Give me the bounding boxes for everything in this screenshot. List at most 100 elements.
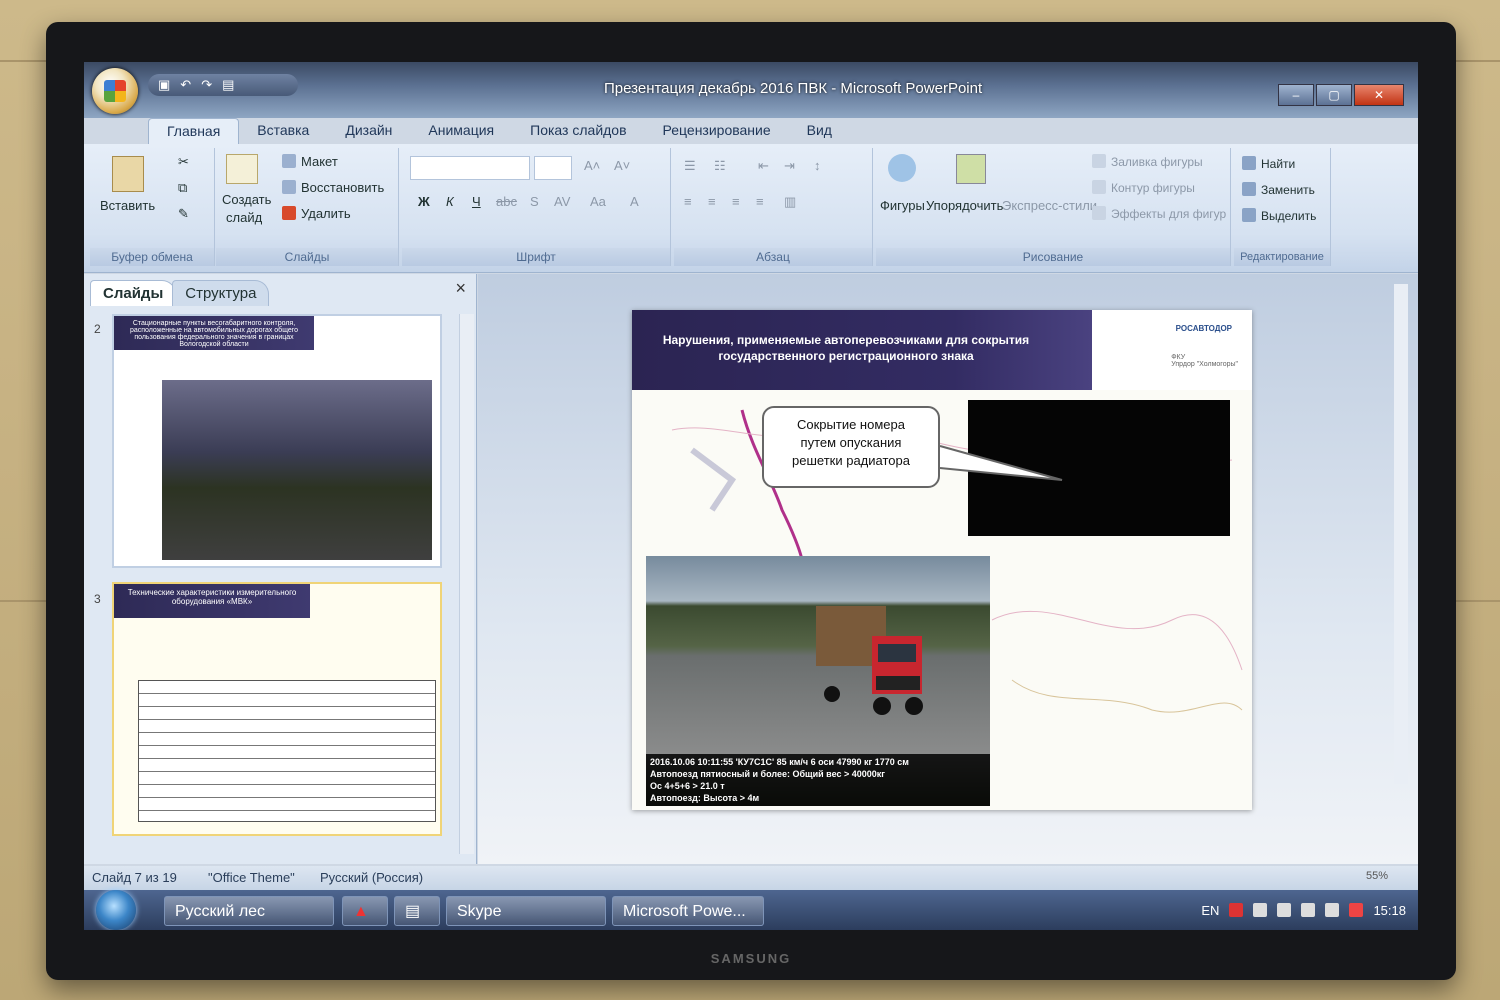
italic-button[interactable]: К xyxy=(446,194,454,209)
shapes-button[interactable]: Фигуры xyxy=(880,198,925,213)
tab-design[interactable]: Дизайн xyxy=(327,118,410,144)
volume-icon[interactable] xyxy=(1325,903,1340,917)
pdf-tray-icon[interactable] xyxy=(1229,903,1244,917)
caption-line: Автопоезд пятиосный и более: Общий вес >… xyxy=(650,769,886,779)
find-button[interactable]: Найти xyxy=(1242,156,1295,171)
taskbar-item-pdf[interactable]: ▲ xyxy=(342,896,388,926)
tab-insert[interactable]: Вставка xyxy=(239,118,327,144)
taskbar-item-folder[interactable]: Русский лес xyxy=(164,896,334,926)
tray-icon[interactable] xyxy=(1253,903,1268,917)
copy-icon[interactable]: ⧉ xyxy=(178,180,187,196)
tab-outline[interactable]: Структура xyxy=(172,280,270,306)
numbering-icon[interactable]: ☷ xyxy=(714,158,726,174)
ribbon: Вставить ✂ ⧉ ✎ Буфер обмена Создать слай… xyxy=(84,144,1418,273)
bullets-icon[interactable]: ☰ xyxy=(684,158,696,174)
thumbnail-number: 2 xyxy=(94,322,101,336)
grow-font-icon[interactable]: A˄ xyxy=(584,158,600,173)
language-indicator[interactable]: EN xyxy=(1201,903,1219,918)
editor-scrollbar[interactable] xyxy=(1394,284,1408,784)
tv-brand: SAMSUNG xyxy=(710,951,792,966)
arrange-button[interactable]: Упорядочить xyxy=(926,198,1003,213)
line-spacing-icon[interactable]: ↕ xyxy=(814,158,821,173)
thumbnail-title: Технические характеристики измерительног… xyxy=(114,584,310,618)
redo-icon[interactable]: ↷ xyxy=(201,77,212,93)
panel-close-icon[interactable]: × xyxy=(455,278,466,299)
slides-panel: Слайды Структура × 2 Стационарные пункты… xyxy=(84,274,477,864)
font-color-button[interactable]: A xyxy=(630,194,639,209)
tab-view[interactable]: Вид xyxy=(789,118,850,144)
taskbar: Русский лес ▲ ▤ Skype Microsoft Powe... … xyxy=(84,890,1418,930)
clipboard-label: Буфер обмена xyxy=(90,248,214,266)
tab-slideshow[interactable]: Показ слайдов xyxy=(512,118,644,144)
taskbar-item-skype[interactable]: Skype xyxy=(446,896,606,926)
new-slide-button-line2[interactable]: слайд xyxy=(226,210,262,225)
taskbar-item-doc[interactable]: ▤ xyxy=(394,896,440,926)
zoom-level[interactable]: 55% xyxy=(1366,870,1388,882)
reset-button[interactable]: Восстановить xyxy=(282,180,384,195)
shape-effects-button[interactable]: Эффекты для фигур xyxy=(1092,206,1226,221)
columns-icon[interactable]: ▥ xyxy=(784,194,796,210)
layout-button[interactable]: Макет xyxy=(282,154,338,169)
strikethrough-button[interactable]: abc xyxy=(496,194,517,209)
start-button[interactable] xyxy=(96,890,136,930)
font-size-input[interactable] xyxy=(534,156,572,180)
slide-thumbnail[interactable]: Стационарные пункты весогабаритного конт… xyxy=(112,314,442,568)
photo-caption: 2016.10.06 10:11:55 'КУ7С1С' 85 км/ч 6 о… xyxy=(646,754,990,806)
slide-title: Нарушения, применяемые автоперевозчиками… xyxy=(662,333,1030,363)
close-button[interactable]: ✕ xyxy=(1354,84,1404,106)
slide-thumbnail-selected[interactable]: Технические характеристики измерительног… xyxy=(112,582,442,836)
shadow-button[interactable]: S xyxy=(530,194,539,209)
window-controls: – ▢ ✕ xyxy=(1278,84,1404,106)
tv-bezel: SAMSUNG ▣ ↶ ↷ ▤ Презентация декабрь 2016… xyxy=(46,22,1456,980)
language-indicator[interactable]: Русский (Россия) xyxy=(320,870,423,885)
align-right-icon[interactable]: ≡ xyxy=(732,194,740,209)
align-left-icon[interactable]: ≡ xyxy=(684,194,692,209)
change-case-button[interactable]: Aa xyxy=(590,194,606,209)
tab-home[interactable]: Главная xyxy=(148,118,240,144)
undo-icon[interactable]: ↶ xyxy=(180,77,191,93)
callout-line: Сокрытие номера xyxy=(797,417,905,432)
shape-fill-button[interactable]: Заливка фигуры xyxy=(1092,154,1203,169)
office-button[interactable] xyxy=(92,68,138,114)
fill-icon xyxy=(1092,154,1106,168)
taskbar-label: Русский лес xyxy=(175,903,266,920)
delete-label: Удалить xyxy=(301,206,351,221)
quick-styles-button[interactable]: Экспресс-стили xyxy=(1002,198,1097,213)
align-center-icon[interactable]: ≡ xyxy=(708,194,716,209)
clock[interactable]: 15:18 xyxy=(1373,903,1406,918)
delete-button[interactable]: Удалить xyxy=(282,206,351,221)
cut-icon[interactable]: ✂ xyxy=(178,154,189,170)
select-button[interactable]: Выделить xyxy=(1242,208,1316,223)
network-icon[interactable] xyxy=(1301,903,1316,917)
tray-icon[interactable] xyxy=(1277,903,1292,917)
status-bar: Слайд 7 из 19 "Office Theme" Русский (Ро… xyxy=(84,866,1418,890)
layout-label: Макет xyxy=(301,154,338,169)
bold-button[interactable]: Ж xyxy=(418,194,430,209)
new-slide-button-line1[interactable]: Создать xyxy=(222,192,271,207)
shape-outline-button[interactable]: Контур фигуры xyxy=(1092,180,1195,195)
format-painter-icon[interactable]: ✎ xyxy=(178,206,189,222)
window-title: Презентация декабрь 2016 ПВК - Microsoft… xyxy=(604,80,983,97)
maximize-button[interactable]: ▢ xyxy=(1316,84,1352,106)
minimize-button[interactable]: – xyxy=(1278,84,1314,106)
truck-photo: 2016.10.06 10:11:55 'КУ7С1С' 85 км/ч 6 о… xyxy=(646,556,990,806)
char-spacing-button[interactable]: AV xyxy=(554,194,570,209)
callout-line: путем опускания xyxy=(800,435,902,450)
font-name-input[interactable] xyxy=(410,156,530,180)
tab-review[interactable]: Рецензирование xyxy=(645,118,789,144)
replace-button[interactable]: Заменить xyxy=(1242,182,1315,197)
decrease-indent-icon[interactable]: ⇤ xyxy=(758,158,769,174)
slideshow-icon[interactable]: ▤ xyxy=(222,77,234,93)
tab-slides[interactable]: Слайды xyxy=(90,280,177,306)
shrink-font-icon[interactable]: A˅ xyxy=(614,158,630,173)
action-center-icon[interactable] xyxy=(1349,903,1364,917)
taskbar-item-powerpoint[interactable]: Microsoft Powe... xyxy=(612,896,764,926)
underline-button[interactable]: Ч xyxy=(472,194,481,209)
current-slide[interactable]: Нарушения, применяемые автоперевозчиками… xyxy=(632,310,1252,810)
paste-button[interactable]: Вставить xyxy=(100,198,155,213)
increase-indent-icon[interactable]: ⇥ xyxy=(784,158,795,174)
justify-icon[interactable]: ≡ xyxy=(756,194,764,209)
save-icon[interactable]: ▣ xyxy=(158,77,170,93)
panel-scrollbar[interactable] xyxy=(459,314,474,854)
tab-animation[interactable]: Анимация xyxy=(410,118,512,144)
